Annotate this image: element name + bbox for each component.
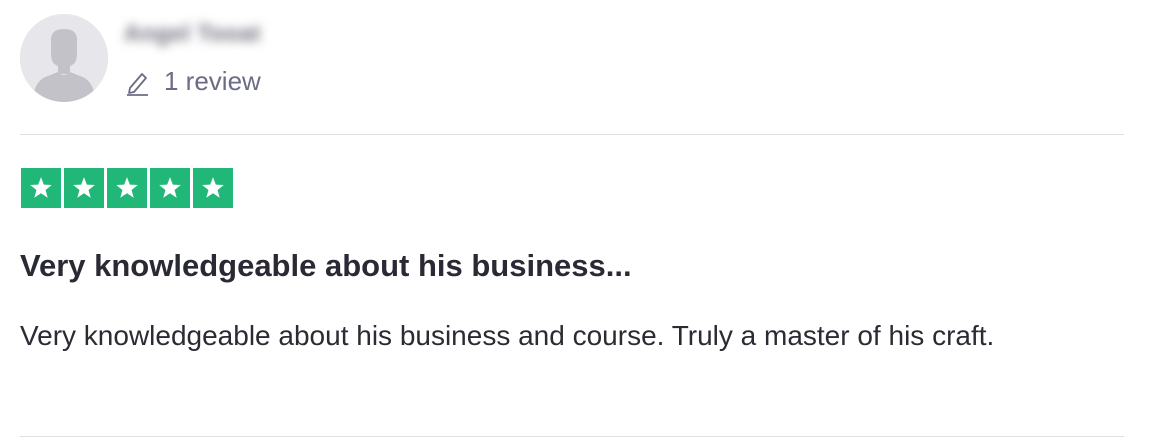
pencil-icon	[124, 68, 150, 96]
divider	[20, 436, 1124, 437]
star-icon	[150, 168, 190, 208]
review-body: Very knowledgeable about his business an…	[20, 320, 995, 351]
review-count-label: 1 review	[164, 66, 261, 96]
star-icon	[107, 168, 147, 208]
star-rating	[21, 168, 233, 208]
divider	[20, 134, 1124, 135]
review-count: 1 review	[124, 66, 261, 97]
reviewer-name[interactable]: Angel Tooat	[124, 20, 261, 47]
review-card: Angel Tooat 1 review Very knowledgeable …	[20, 0, 1124, 446]
default-user-avatar-icon	[20, 14, 108, 102]
star-icon	[64, 168, 104, 208]
star-icon	[193, 168, 233, 208]
avatar[interactable]	[20, 14, 108, 102]
review-title[interactable]: Very knowledgeable about his business...	[20, 248, 632, 284]
star-icon	[21, 168, 61, 208]
